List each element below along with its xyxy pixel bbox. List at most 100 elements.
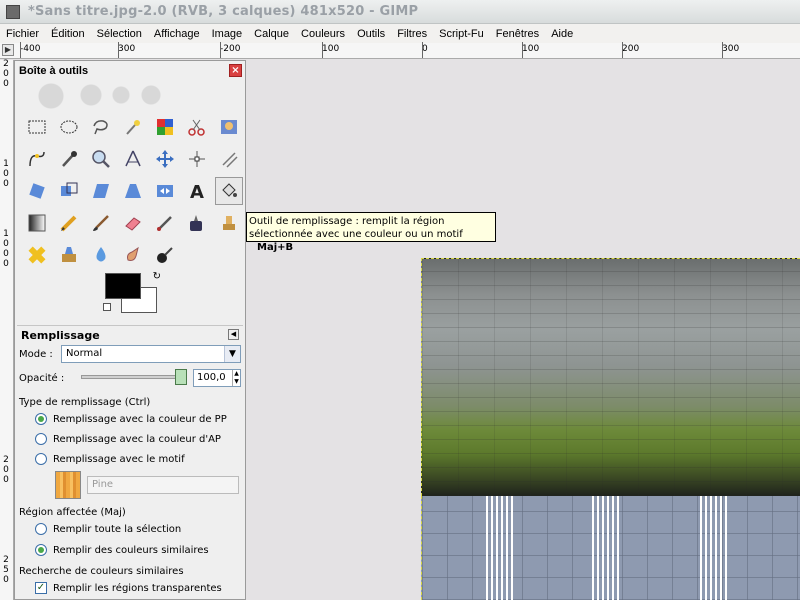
transparent-option[interactable]: ✓ Remplir les régions transparentes [35,582,222,594]
pattern-swatch[interactable] [55,471,81,499]
perspective-icon[interactable] [119,177,147,205]
mode-select[interactable]: Normal ▼ [61,345,241,363]
lasso-icon[interactable] [87,113,115,141]
tooltip-shortcut: Maj+B [257,242,294,253]
menu-aide[interactable]: Aide [545,28,579,40]
ruler-label: 0 [3,465,9,475]
top-ruler[interactable]: ▶ -400 300 -200 100 0 100 200 300 [0,42,800,59]
align-icon[interactable] [183,145,211,173]
ruler-tick [422,42,423,58]
scale-icon[interactable] [55,177,83,205]
region-option[interactable]: Remplir des couleurs similaires [35,544,209,556]
paths-icon[interactable] [23,145,51,173]
left-ruler[interactable]: 2 0 0 1 0 0 1 0 0 0 2 0 0 2 5 0 [0,60,14,600]
menu-fenetres[interactable]: Fenêtres [490,28,545,40]
region-option[interactable]: Remplir toute la sélection [35,523,181,535]
ruler-label: 1 [3,229,9,239]
smudge-icon[interactable] [119,241,147,269]
toolbox-title: Boîte à outils [19,65,89,77]
chevron-down-icon[interactable]: ▼ [224,346,240,362]
quick-mask-icon[interactable]: ▶ [2,44,14,56]
clone-icon[interactable] [215,209,243,237]
menu-affichage[interactable]: Affichage [148,28,206,40]
ellipse-select-icon[interactable] [55,113,83,141]
collapse-icon[interactable]: ◀ [228,329,239,340]
menu-calque[interactable]: Calque [248,28,295,40]
wilber-logo[interactable] [21,81,241,111]
ruler-label: -400 [20,44,41,54]
opacity-slider[interactable] [81,375,187,379]
fill-type-option[interactable]: Remplissage avec la couleur de PP [35,413,227,425]
eraser-icon[interactable] [119,209,147,237]
fill-type-option[interactable]: Remplissage avec la couleur d'AP [35,433,221,445]
fill-type-option[interactable]: Remplissage avec le motif [35,453,185,465]
zoom-icon[interactable] [87,145,115,173]
radio-icon[interactable] [35,413,47,425]
menu-couleurs[interactable]: Couleurs [295,28,351,40]
rect-select-icon[interactable] [23,113,51,141]
shear-icon[interactable] [87,177,115,205]
ruler-label: 2 [3,455,9,465]
fill-type-bg-label: Remplissage avec la couleur d'AP [53,433,221,445]
checkbox-icon[interactable]: ✓ [35,582,47,594]
menu-edition[interactable]: Édition [45,28,91,40]
fill-type-fg-label: Remplissage avec la couleur de PP [53,413,227,425]
perspective-clone-icon[interactable] [55,241,83,269]
image-stripes [486,496,516,600]
ruler-label: 0 [3,179,9,189]
ruler-label: 0 [3,249,9,259]
color-picker-icon[interactable] [55,145,83,173]
airbrush-icon[interactable] [151,209,179,237]
paintbrush-icon[interactable] [87,209,115,237]
opacity-slider-handle[interactable] [175,369,187,385]
svg-text:A: A [190,182,204,202]
menu-outils[interactable]: Outils [351,28,391,40]
fuzzy-select-icon[interactable] [119,113,147,141]
radio-icon[interactable] [35,453,47,465]
ruler-label: 300 [722,44,740,54]
pencil-icon[interactable] [55,209,83,237]
opacity-spinbox[interactable]: 100,0 ▲ ▼ [193,369,241,387]
move-icon[interactable] [151,145,179,173]
ruler-label: -200 [220,44,241,54]
foreground-color-swatch[interactable] [105,273,141,299]
toolbox-header: Boîte à outils × [15,61,245,81]
menu-filtres[interactable]: Filtres [391,28,433,40]
color-area: ↻ [103,271,161,317]
crop-icon[interactable] [215,145,243,173]
menu-fichier[interactable]: Fichier [0,28,45,40]
tooltip-line2: sélectionnée avec une couleur ou un moti… [249,228,493,254]
text-icon[interactable]: A [183,177,211,205]
blend-icon[interactable] [23,209,51,237]
ruler-label: 300 [118,44,136,54]
radio-icon[interactable] [35,523,47,535]
ruler-label: 100 [522,44,540,54]
bucket-fill-icon[interactable] [215,177,243,205]
heal-icon[interactable] [23,241,51,269]
menu-script-fu[interactable]: Script-Fu [433,28,490,40]
swap-colors-icon[interactable]: ↻ [153,271,161,282]
menu-selection[interactable]: Sélection [91,28,148,40]
rotate-icon[interactable] [23,177,51,205]
radio-icon[interactable] [35,544,47,556]
menu-image[interactable]: Image [206,28,249,40]
close-button[interactable]: × [229,64,242,77]
blur-icon[interactable] [87,241,115,269]
measure-icon[interactable] [119,145,147,173]
foreground-select-icon[interactable] [215,113,243,141]
radio-icon[interactable] [35,433,47,445]
ink-icon[interactable] [183,209,211,237]
ruler-tick [622,42,623,58]
spin-arrows-icon[interactable]: ▲ ▼ [232,370,240,386]
search-heading: Recherche de couleurs similaires [19,566,184,577]
select-by-color-icon[interactable] [151,113,179,141]
dodge-burn-icon[interactable] [151,241,179,269]
reset-colors-icon[interactable] [103,303,111,311]
scissors-icon[interactable] [183,113,211,141]
ruler-label: 1 [3,159,9,169]
region-label: Région affectée (Maj) [19,507,126,518]
image-layer-wall[interactable] [421,258,800,496]
ruler-label: 0 [3,79,9,89]
flip-icon[interactable] [151,177,179,205]
tool-options-title: Remplissage [21,329,100,342]
